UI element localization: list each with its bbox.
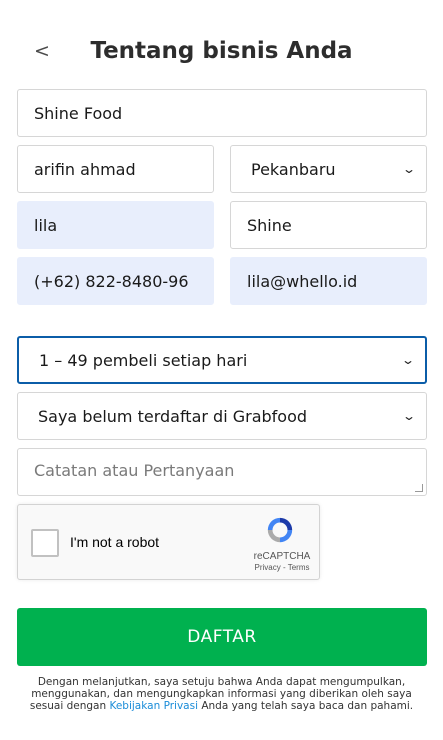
header: < Tentang bisnis Anda <box>0 36 443 72</box>
recaptcha-terms-link[interactable]: Terms <box>288 563 310 572</box>
business-name-field[interactable]: Shine Food <box>17 89 427 137</box>
last-name-field[interactable]: Shine <box>230 201 427 249</box>
recaptcha-logo-icon <box>267 517 293 543</box>
buyers-per-day-value: 1 – 49 pembeli setiap hari <box>39 350 248 370</box>
owner-name-field[interactable]: arifin ahmad <box>17 145 214 193</box>
chevron-down-icon: ⌄ <box>400 353 416 367</box>
owner-name-value: arifin ahmad <box>34 159 136 179</box>
chevron-down-icon: ⌄ <box>401 162 417 176</box>
notes-placeholder: Catatan atau Pertanyaan <box>34 461 235 480</box>
grabfood-status-value: Saya belum terdaftar di Grabfood <box>38 406 308 426</box>
first-name-value: lila <box>34 215 58 235</box>
buyers-per-day-select[interactable]: 1 – 49 pembeli setiap hari ⌄ <box>17 336 427 384</box>
disclaimer-after: Anda yang telah saya baca dan pahami. <box>197 700 414 712</box>
business-name-value: Shine Food <box>34 103 123 123</box>
disclaimer-text: Dengan melanjutkan, saya setuju bahwa An… <box>20 676 423 712</box>
email-field[interactable]: lila@whello.id <box>230 257 427 305</box>
city-value: Pekanbaru <box>251 159 336 179</box>
phone-field[interactable]: (+62) 822-8480-96 <box>17 257 214 305</box>
notes-textarea[interactable]: Catatan atau Pertanyaan <box>17 448 427 496</box>
email-value: lila@whello.id <box>247 271 358 291</box>
recaptcha-links: Privacy - Terms <box>248 563 316 572</box>
resize-handle-icon[interactable] <box>415 484 423 492</box>
grabfood-status-select[interactable]: Saya belum terdaftar di Grabfood ⌄ <box>17 392 427 440</box>
recaptcha-privacy-link[interactable]: Privacy <box>255 563 281 572</box>
recaptcha-label: I'm not a robot <box>70 534 160 550</box>
submit-button[interactable]: DAFTAR <box>17 608 427 666</box>
first-name-field[interactable]: lila <box>17 201 214 249</box>
recaptcha-brand: reCAPTCHA <box>253 551 311 562</box>
recaptcha-link-separator: - <box>280 563 288 572</box>
recaptcha-widget: I'm not a robot reCAPTCHA Privacy - Term… <box>17 504 320 580</box>
phone-value: (+62) 822-8480-96 <box>34 271 189 291</box>
recaptcha-checkbox[interactable] <box>31 529 59 557</box>
page-title: Tentang bisnis Anda <box>90 38 353 64</box>
last-name-value: Shine <box>247 215 292 235</box>
privacy-policy-link[interactable]: Kebijakan Privasi <box>109 700 198 712</box>
chevron-down-icon: ⌄ <box>401 409 417 423</box>
city-select[interactable]: Pekanbaru ⌄ <box>230 145 427 193</box>
